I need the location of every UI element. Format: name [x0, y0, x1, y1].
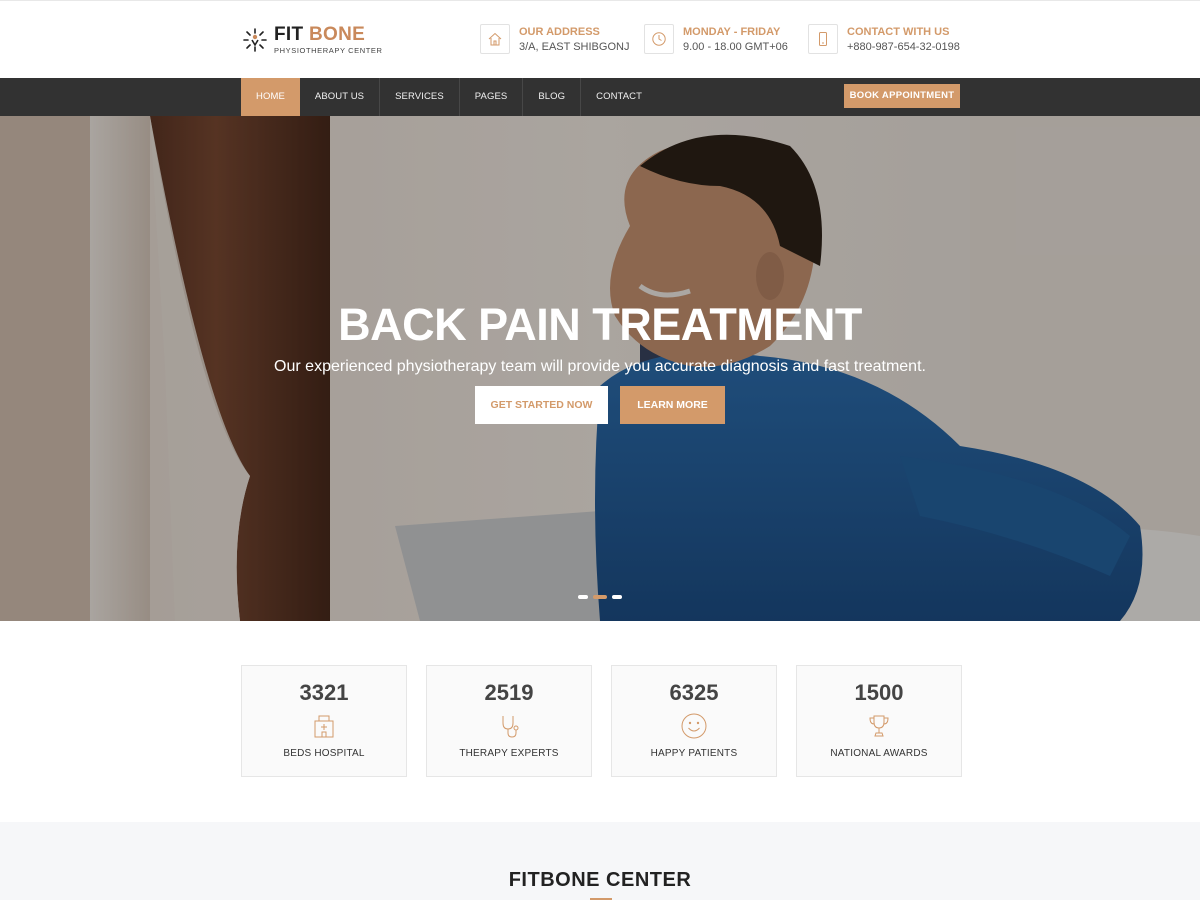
clock-icon — [644, 24, 674, 54]
home-icon — [480, 24, 510, 54]
nav-item-contact[interactable]: CONTACT — [581, 78, 657, 116]
contact-title: CONTACT WITH US — [847, 26, 950, 38]
brand-subtitle: PHYSIOTHERAPY CENTER — [274, 46, 383, 56]
stethoscope-icon — [427, 712, 591, 740]
phone-icon — [808, 24, 838, 54]
stat-card-patients: 6325 HAPPY PATIENTS — [611, 665, 777, 777]
brand-name: FIT BONE — [274, 25, 383, 44]
nav-item-pages[interactable]: PAGES — [460, 78, 524, 116]
stat-card-awards: 1500 NATIONAL AWARDS — [796, 665, 962, 777]
hospital-icon — [242, 712, 406, 740]
trophy-icon — [797, 712, 961, 740]
hero-title: BACK PAIN TREATMENT — [338, 299, 862, 350]
logo-mark-icon — [243, 28, 267, 52]
smiley-icon — [612, 712, 776, 740]
stat-value: 1500 — [854, 680, 904, 705]
nav-item-services[interactable]: SERVICES — [380, 78, 460, 116]
address-info: OUR ADDRESS 3/A, EAST SHIBGONJ — [480, 24, 629, 54]
brand-name-part2: BONE — [309, 24, 366, 46]
slider-dots — [0, 595, 1200, 599]
hero-slider: BACK PAIN TREATMENT Our experienced phys… — [0, 116, 1200, 621]
slider-dot-3[interactable] — [612, 595, 622, 599]
brand-logo[interactable]: FIT BONE PHYSIOTHERAPY CENTER — [243, 23, 383, 57]
hero-buttons: GET STARTED NOW LEARN MORE — [0, 386, 1200, 424]
learn-more-button[interactable]: LEARN MORE — [620, 386, 725, 424]
stats-row: 3321 BEDS HOSPITAL 2519 THERAPY EXPERTS … — [241, 665, 962, 777]
main-nav: HOME ABOUT US SERVICES PAGES BLOG CONTAC… — [0, 78, 1200, 116]
address-text: 3/A, EAST SHIBGONJ — [519, 41, 630, 53]
nav-items: HOME ABOUT US SERVICES PAGES BLOG CONTAC… — [241, 78, 657, 116]
slider-dot-2[interactable] — [593, 595, 607, 599]
stat-value: 6325 — [669, 680, 719, 705]
contact-info: CONTACT WITH US +880-987-654-32-0198 — [808, 24, 960, 54]
section-title: FITBONE CENTER — [508, 869, 692, 891]
top-header: FIT BONE PHYSIOTHERAPY CENTER OUR ADDRES… — [0, 0, 1200, 78]
book-appointment-button[interactable]: BOOK APPOINTMENT — [844, 84, 960, 108]
brand-name-part1: FIT — [274, 24, 304, 46]
hero-subtitle: Our experienced physiotherapy team will … — [274, 358, 926, 375]
stat-label: NATIONAL AWARDS — [830, 748, 928, 759]
stat-label: THERAPY EXPERTS — [459, 748, 559, 759]
stat-label: HAPPY PATIENTS — [650, 748, 738, 759]
stat-value: 3321 — [299, 680, 349, 705]
stat-card-experts: 2519 THERAPY EXPERTS — [426, 665, 592, 777]
address-title: OUR ADDRESS — [519, 26, 600, 38]
stat-card-beds: 3321 BEDS HOSPITAL — [241, 665, 407, 777]
get-started-button[interactable]: GET STARTED NOW — [475, 386, 608, 424]
nav-item-home[interactable]: HOME — [241, 78, 300, 116]
hours-info: MONDAY - FRIDAY 9.00 - 18.00 GMT+06 — [644, 24, 788, 54]
nav-item-about-us[interactable]: ABOUT US — [300, 78, 381, 116]
nav-item-blog[interactable]: BLOG — [523, 78, 582, 116]
fitbone-center-section: FITBONE CENTER — [0, 822, 1200, 900]
stat-label: BEDS HOSPITAL — [283, 748, 365, 759]
slider-dot-1[interactable] — [578, 595, 588, 599]
contact-text[interactable]: +880-987-654-32-0198 — [847, 40, 960, 54]
hours-title: MONDAY - FRIDAY — [683, 26, 781, 38]
hours-text: 9.00 - 18.00 GMT+06 — [683, 41, 788, 53]
stat-value: 2519 — [484, 680, 534, 705]
